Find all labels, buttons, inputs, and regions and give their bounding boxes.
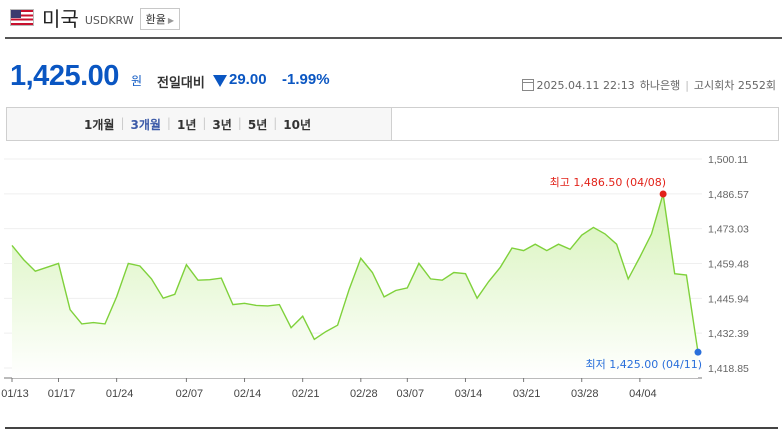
currency-header: 미국 USDKRW 환율 ▶ <box>10 4 181 31</box>
y-tick-label: 1,500.11 <box>708 154 748 166</box>
country-name: 미국 <box>42 6 79 31</box>
high-label: 최고 1,486.50 (04/08) <box>550 176 667 189</box>
chevron-right-icon: ▶ <box>167 16 175 25</box>
exchange-rate-label: 환율 <box>145 13 166 26</box>
exchange-rate-button[interactable]: 환율 ▶ <box>139 8 181 30</box>
period-tab-1[interactable]: 3개월 <box>130 116 160 133</box>
low-marker <box>694 348 702 356</box>
header-divider <box>5 37 782 39</box>
down-arrow-icon <box>213 75 227 87</box>
period-tab-4[interactable]: 5년 <box>248 116 267 133</box>
period-tab-2[interactable]: 1년 <box>177 116 196 133</box>
exchange-rate-chart: 1,500.11 1,486.57 1,473.03 1,459.48 1,445.94… <box>1 154 749 400</box>
tab-separator: | <box>166 116 171 130</box>
high-marker <box>659 190 667 198</box>
tab-separator: | <box>273 116 278 130</box>
tab-separator: | <box>120 116 125 130</box>
calendar-icon <box>521 79 534 91</box>
period-tab-3[interactable]: 3년 <box>212 116 231 133</box>
x-tick-label: 01/17 <box>48 388 76 400</box>
x-tick-label: 02/28 <box>350 388 378 400</box>
y-tick-label: 1,486.57 <box>708 189 749 201</box>
tab-separator: | <box>202 116 207 130</box>
area-fill <box>12 194 698 378</box>
quote-bank: 하나은행 <box>639 79 681 92</box>
x-tick-label: 01/13 <box>1 388 29 400</box>
y-tick-label: 1,418.85 <box>708 363 749 375</box>
x-tick-label: 03/21 <box>513 388 541 400</box>
y-tick-label: 1,432.39 <box>708 328 749 340</box>
current-price: 1,425.00 <box>10 60 119 92</box>
x-tick-label: 03/14 <box>455 388 483 400</box>
period-tab-list: 1개월 | 3개월 | 1년 | 3년 | 5년 | 10년 <box>84 116 311 133</box>
x-tick-label: 03/07 <box>397 388 425 400</box>
tabs-right-panel <box>392 108 778 140</box>
bottom-divider <box>5 427 778 429</box>
y-tick-label: 1,459.48 <box>708 259 749 271</box>
y-tick-label: 1,473.03 <box>708 224 749 236</box>
x-tick-label: 03/28 <box>571 388 599 400</box>
x-tick-label: 02/21 <box>292 388 320 400</box>
quote-datetime: 2025.04.11 22:13 <box>536 78 635 92</box>
us-flag-icon <box>10 8 34 26</box>
quote-notice: 고시회차 2552회 <box>693 79 776 92</box>
low-label: 최저 1,425.00 (04/11) <box>585 358 702 371</box>
quote-meta: 2025.04.11 22:13 하나은행 | 고시회차 2552회 <box>521 77 776 93</box>
x-tick-label: 02/14 <box>234 388 262 400</box>
period-tab-0[interactable]: 1개월 <box>84 116 114 133</box>
price-unit: 원 <box>131 74 143 88</box>
x-tick-label: 04/04 <box>629 388 657 400</box>
x-tick-label: 02/07 <box>176 388 204 400</box>
y-tick-label: 1,445.94 <box>708 293 749 305</box>
meta-separator: | <box>685 78 689 92</box>
tab-separator: | <box>237 116 242 130</box>
period-tab-5[interactable]: 10년 <box>283 116 311 133</box>
period-tabs: 1개월 | 3개월 | 1년 | 3년 | 5년 | 10년 <box>6 107 779 141</box>
compare-label: 전일대비 <box>157 76 205 91</box>
price-change: 29.00 <box>229 71 267 88</box>
price-change-percent: -1.99% <box>282 71 330 88</box>
currency-code: USDKRW <box>84 13 134 27</box>
x-tick-label: 01/24 <box>106 388 134 400</box>
